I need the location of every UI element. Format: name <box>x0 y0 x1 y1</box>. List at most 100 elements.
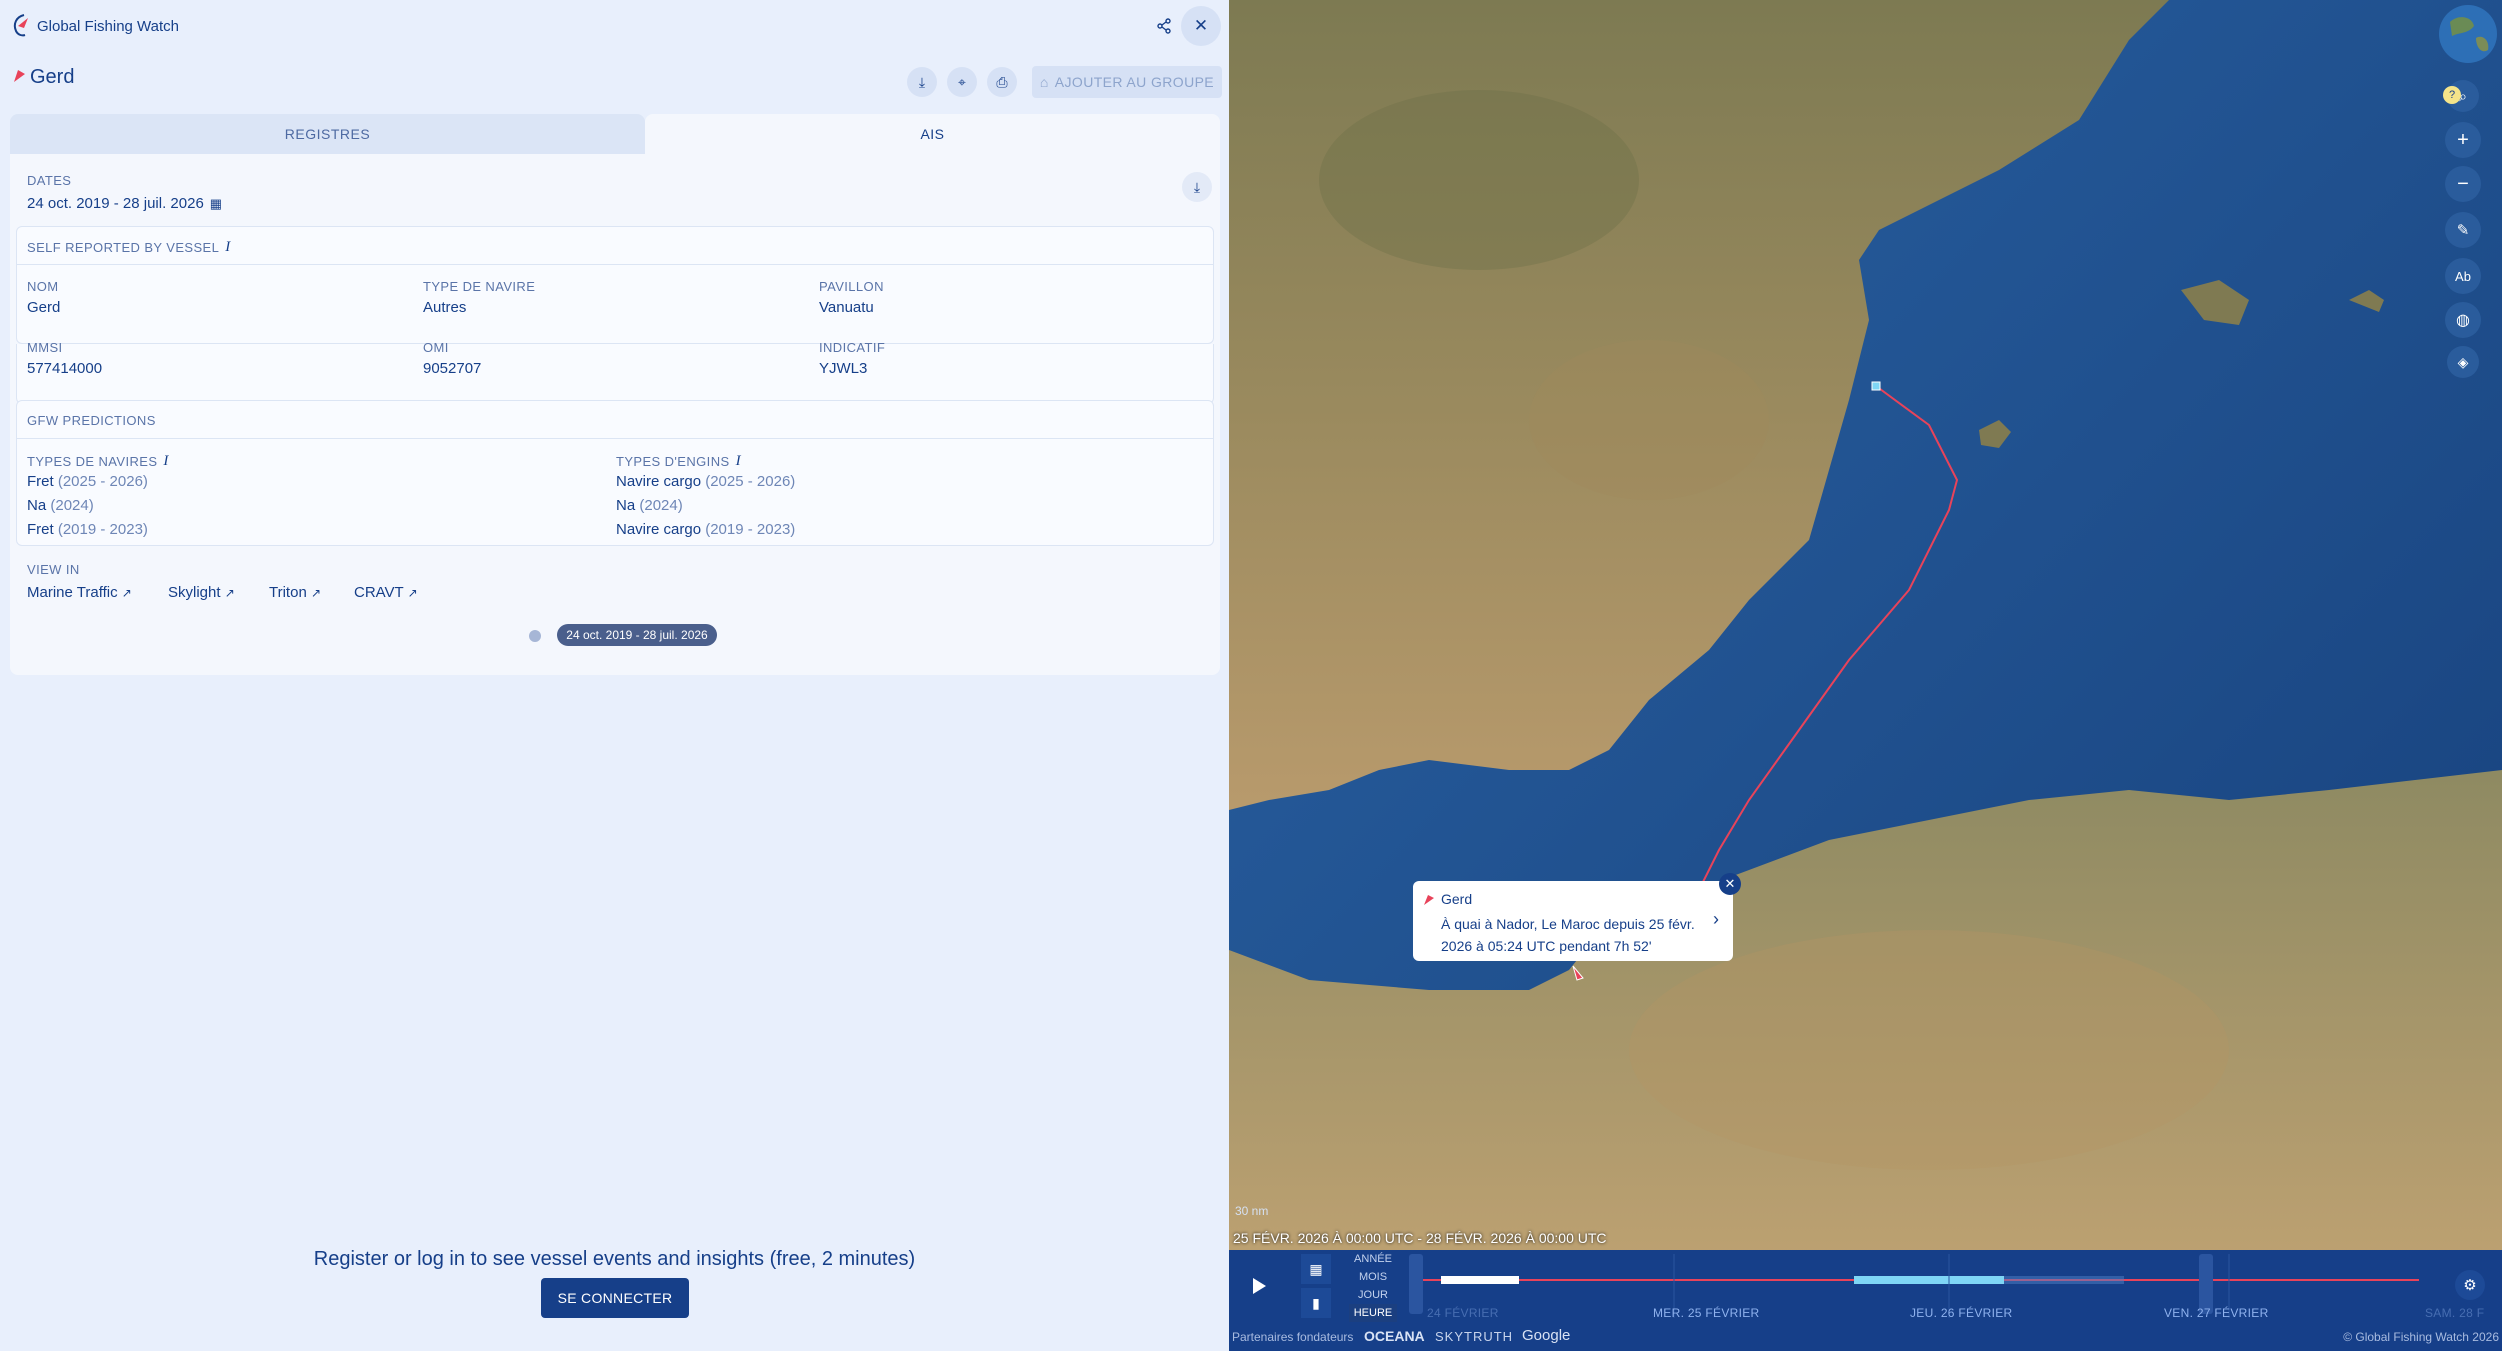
info-icon[interactable]: i <box>163 453 168 470</box>
field-value-type: Autres <box>423 299 467 316</box>
granularity-year[interactable]: ANNÉE <box>1349 1250 1397 1268</box>
map-view[interactable]: ⌕ ? + − ✎ Ab ◍ ◈ Gerd À quai à Nador, Le… <box>1229 0 2502 1351</box>
timebar-settings-button[interactable]: ⚙ <box>2455 1270 2485 1300</box>
plus-icon: + <box>2457 128 2469 151</box>
download-button[interactable]: ⤓ <box>907 67 937 97</box>
link-label: Marine Traffic <box>27 584 118 601</box>
gear-type-row: Navire cargo (2019 - 2023) <box>616 521 795 538</box>
satellite-map <box>1229 0 2502 1351</box>
copyright: © Global Fishing Watch 2026 <box>2343 1330 2499 1344</box>
timebar: ▦ ▮ ANNÉE MOIS JOUR HEURE 24 FÉVRIER MER… <box>1229 1250 2502 1322</box>
annotation-button[interactable]: Ab <box>2445 258 2481 294</box>
field-value-indicatif: YJWL3 <box>819 360 868 377</box>
app-title: Global Fishing Watch <box>37 18 180 35</box>
vessel-type-period: (2024) <box>50 497 94 514</box>
world-icon: ◍ <box>2456 312 2470 329</box>
gear-type-row: Na (2024) <box>616 497 683 514</box>
help-icon: ? <box>2448 89 2456 101</box>
external-link-icon: ↗ <box>310 586 322 600</box>
gear-type-name: Navire cargo <box>616 473 702 490</box>
add-to-group-label: AJOUTER AU GROUPE <box>1054 74 1215 90</box>
vessel-marker-icon <box>1424 895 1434 905</box>
center-map-button[interactable]: ⌖ <box>947 67 977 97</box>
close-icon: ✕ <box>1193 16 1209 35</box>
partners-label: Partenaires fondateurs <box>1232 1330 1354 1344</box>
timeline-range-pill[interactable]: 24 oct. 2019 - 28 juil. 2026 <box>557 624 717 646</box>
field-label-mmsi: MMSI <box>27 340 63 355</box>
external-link-icon: ↗ <box>121 586 132 600</box>
layers-icon: ◈ <box>2457 353 2469 370</box>
tab-ais[interactable]: AIS <box>645 114 1220 154</box>
login-button[interactable]: SE CONNECTER <box>541 1278 689 1318</box>
timeline-handle-end <box>2199 1254 2213 1314</box>
day-label: 24 FÉVRIER <box>1427 1306 1499 1320</box>
info-icon[interactable]: i <box>225 239 230 256</box>
ruler-button[interactable]: ✎ <box>2445 212 2481 248</box>
layers-button[interactable]: ◈ <box>2447 346 2479 378</box>
field-label-indicatif: INDICATIF <box>819 340 886 355</box>
info-icon[interactable]: i <box>736 453 741 470</box>
calendar-button[interactable]: ▦ <box>1301 1254 1331 1284</box>
day-label: VEN. 27 FÉVRIER <box>2164 1306 2269 1320</box>
gear-type-period: (2025 - 2026) <box>705 473 796 490</box>
link-marine-traffic[interactable]: Marine Traffic ↗ <box>27 584 132 601</box>
day-label: MER. 25 FÉVRIER <box>1653 1306 1760 1320</box>
play-button[interactable] <box>1229 1250 1289 1322</box>
vessel-types-label: TYPES DE NAVIRES i <box>27 453 169 470</box>
field-label-pavillon: PAVILLON <box>819 279 884 294</box>
timeline-handle-start <box>1409 1254 1423 1314</box>
download-icon: ⤓ <box>1193 178 1201 195</box>
help-button[interactable]: ? <box>2443 86 2461 104</box>
bookmark-button[interactable]: ▮ <box>1301 1288 1331 1318</box>
vessel-popup[interactable]: Gerd À quai à Nador, Le Maroc depuis 25 … <box>1413 873 1741 961</box>
granularity-month[interactable]: MOIS <box>1349 1268 1397 1286</box>
target-icon: ⌖ <box>958 73 966 90</box>
time-range-label: 25 FÉVR. 2026 À 00:00 UTC - 28 FÉVR. 202… <box>1233 1230 1607 1246</box>
print-button[interactable]: ⎙ <box>987 67 1017 97</box>
self-reported-card-row2: MMSI 577414000 OMI 9052707 INDICATIF YJW… <box>16 340 1214 404</box>
close-panel-button[interactable]: ✕ <box>1181 6 1221 46</box>
share-button[interactable] <box>1148 10 1180 42</box>
google-logo: Google <box>1522 1327 1571 1344</box>
popup-close-button[interactable]: ✕ <box>1719 873 1741 895</box>
link-cravt[interactable]: CRAVT ↗ <box>354 584 418 601</box>
link-triton[interactable]: Triton ↗ <box>269 584 321 601</box>
vessel-type-period: (2019 - 2023) <box>57 521 148 538</box>
globe-mini-map[interactable] <box>2438 4 2498 64</box>
tab-registres[interactable]: REGISTRES <box>10 114 645 154</box>
predictions-header: GFW PREDICTIONS <box>17 401 1213 439</box>
popup-vessel-name: Gerd <box>1441 891 1473 907</box>
vessel-panel: Global Fishing Watch ✕ Gerd ⤓ ⌖ ⎙ ⌂ AJOU… <box>0 0 1229 1351</box>
self-reported-title: SELF REPORTED BY VESSEL i <box>27 239 231 256</box>
bookmark-icon: ▮ <box>1312 1294 1320 1311</box>
ais-content: DATES 24 oct. 2019 - 28 juil. 2026 ▦ ⤓ S… <box>10 154 1220 675</box>
granularity-hour[interactable]: HEURE <box>1349 1304 1397 1322</box>
download-ais-button[interactable]: ⤓ <box>1182 172 1212 202</box>
field-value-nom: Gerd <box>27 299 61 316</box>
popup-event-text: À quai à Nador, Le Maroc depuis 25 févr.… <box>1441 916 1695 954</box>
add-to-group-button[interactable]: ⌂ AJOUTER AU GROUPE <box>1032 66 1222 98</box>
link-skylight[interactable]: Skylight ↗ <box>168 584 235 601</box>
vessel-type-name: Fret <box>27 473 54 490</box>
calendar-icon: ▦ <box>209 195 223 211</box>
predictions-card: GFW PREDICTIONS TYPES DE NAVIRES i Fret … <box>16 400 1214 546</box>
timeline-dot <box>529 630 541 642</box>
ruler-icon: ✎ <box>2456 222 2470 239</box>
share-icon <box>1157 18 1171 34</box>
basemap-button[interactable]: ◍ <box>2445 302 2481 338</box>
field-label-type: TYPE DE NAVIRE <box>423 279 536 294</box>
group-icon: ⌂ <box>1039 74 1049 90</box>
external-link-icon: ↗ <box>407 586 418 600</box>
chevron-right-icon[interactable]: › <box>1713 909 1719 930</box>
track-start-marker <box>1871 381 1881 391</box>
granularity-day[interactable]: JOUR <box>1349 1286 1397 1304</box>
gear-type-name: Na <box>616 497 636 514</box>
zoom-in-button[interactable]: + <box>2445 122 2481 158</box>
skytruth-logo: SKYTRUTH <box>1435 1329 1514 1344</box>
day-label: SAM. 28 F <box>2425 1306 2485 1320</box>
zoom-out-button[interactable]: − <box>2445 166 2481 202</box>
tabs: REGISTRES AIS <box>10 114 1220 154</box>
close-icon: ✕ <box>1724 876 1736 891</box>
field-label-omi: OMI <box>423 340 449 355</box>
dates-range[interactable]: 24 oct. 2019 - 28 juil. 2026 ▦ <box>27 195 222 212</box>
